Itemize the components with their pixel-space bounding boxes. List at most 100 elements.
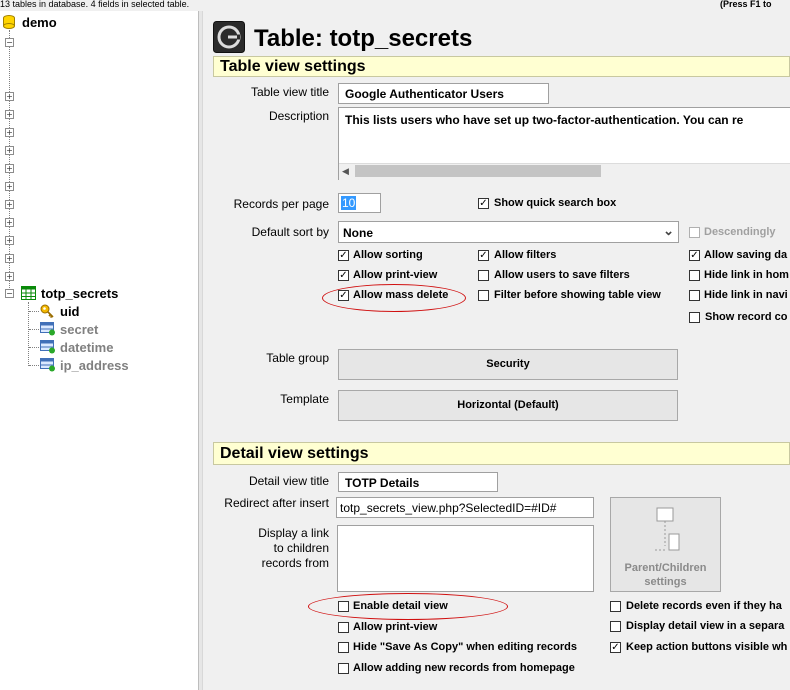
expand-icon[interactable]: +: [5, 272, 14, 281]
records-per-page-input[interactable]: 10: [338, 193, 381, 213]
table-view-title-input[interactable]: Google Authenticator Users: [338, 83, 549, 104]
field-icon: [40, 358, 56, 372]
database-name[interactable]: demo: [22, 15, 57, 30]
expand-icon[interactable]: +: [5, 182, 14, 191]
tree-line: [29, 365, 39, 366]
allow-save-filters-label: Allow users to save filters: [494, 269, 630, 281]
hide-save-as-copy-checkbox[interactable]: [338, 642, 349, 653]
show-record-count-checkbox[interactable]: [689, 312, 700, 323]
default-sort-label: Default sort by: [251, 225, 329, 239]
expand-icon[interactable]: +: [5, 92, 14, 101]
template-button[interactable]: Horizontal (Default): [338, 390, 678, 421]
tree-field-secret[interactable]: secret: [60, 322, 98, 337]
parent-children-label-1: Parent/Children: [624, 562, 707, 574]
records-per-page-value: 10: [341, 196, 357, 210]
collapse-icon[interactable]: −: [5, 289, 14, 298]
children-label-line3: records from: [261, 556, 329, 570]
expand-icon[interactable]: +: [5, 110, 14, 119]
redirect-after-insert-label: Redirect after insert: [224, 496, 329, 510]
filter-before-checkbox[interactable]: [478, 290, 489, 301]
table-view-section-header: Table view settings: [213, 56, 790, 77]
expand-icon[interactable]: +: [5, 164, 14, 173]
status-text: 13 tables in database. 4 fields in selec…: [0, 0, 190, 9]
expand-icon[interactable]: +: [5, 128, 14, 137]
children-label-line1: Display a link: [258, 526, 329, 540]
allow-filters-checkbox[interactable]: ✓: [478, 250, 489, 261]
tree-field-datetime[interactable]: datetime: [60, 340, 113, 355]
allow-saving-label: Allow saving da: [704, 249, 788, 261]
table-grid-icon: [21, 286, 36, 300]
collapse-icon[interactable]: −: [5, 38, 14, 47]
show-quick-search-checkbox[interactable]: ✓: [478, 198, 489, 209]
chevron-down-icon: ⌄: [663, 223, 674, 238]
show-record-count-label: Show record co: [705, 311, 788, 323]
hide-link-home-checkbox[interactable]: [689, 270, 700, 281]
default-sort-select[interactable]: None ⌄: [338, 221, 679, 243]
database-icon: [3, 15, 15, 29]
children-label-line2: to children: [273, 541, 329, 555]
primary-key-icon: [40, 304, 55, 319]
parent-children-label-2: settings: [644, 576, 687, 588]
delete-records-even-label: Delete records even if they ha: [626, 600, 782, 612]
allow-print-view-label: Allow print-view: [353, 269, 438, 281]
field-icon: [40, 340, 56, 354]
description-text: This lists users who have set up two-fac…: [345, 113, 744, 127]
allow-adding-home-label: Allow adding new records from homepage: [353, 662, 575, 674]
children-tables-list[interactable]: [337, 525, 594, 592]
keep-action-buttons-checkbox[interactable]: ✓: [610, 642, 621, 653]
expand-icon[interactable]: +: [5, 218, 14, 227]
show-quick-search-label: Show quick search box: [494, 197, 617, 209]
tree-line: [29, 311, 39, 312]
table-view-title-label: Table view title: [250, 85, 329, 99]
default-sort-value: None: [343, 226, 373, 240]
expand-icon[interactable]: +: [5, 146, 14, 155]
parent-children-icon: [655, 506, 681, 554]
detail-allow-print-view-checkbox[interactable]: [338, 622, 349, 633]
field-icon: [40, 322, 56, 336]
selected-table-name[interactable]: totp_secrets: [41, 286, 118, 301]
delete-records-even-checkbox[interactable]: [610, 601, 621, 612]
redirect-after-insert-input[interactable]: totp_secrets_view.php?SelectedID=#ID#: [336, 497, 594, 518]
expand-icon[interactable]: +: [5, 236, 14, 245]
filter-before-label: Filter before showing table view: [494, 289, 661, 301]
allow-print-view-checkbox[interactable]: ✓: [338, 270, 349, 281]
parent-children-settings-button[interactable]: Parent/Children settings: [610, 497, 721, 592]
hide-link-nav-label: Hide link in navi: [704, 289, 788, 301]
tree-line: [29, 347, 39, 348]
detail-view-title-label: Detail view title: [248, 474, 329, 488]
highlight-oval: [308, 593, 508, 620]
table-group-label: Table group: [266, 351, 329, 365]
descendingly-label: Descendingly: [704, 226, 776, 238]
allow-sorting-checkbox[interactable]: ✓: [338, 250, 349, 261]
hide-link-nav-checkbox[interactable]: [689, 290, 700, 301]
allow-save-filters-checkbox[interactable]: [478, 270, 489, 281]
detail-view-title-input[interactable]: TOTP Details: [338, 472, 498, 492]
description-label: Description: [268, 109, 329, 123]
allow-sorting-label: Allow sorting: [353, 249, 423, 261]
allow-adding-home-checkbox[interactable]: [338, 663, 349, 674]
highlight-oval: [322, 284, 466, 312]
tree-line: [29, 329, 39, 330]
tree-field-uid[interactable]: uid: [60, 304, 80, 319]
expand-icon[interactable]: +: [5, 254, 14, 263]
records-per-page-label: Records per page: [233, 197, 329, 211]
display-separate-checkbox[interactable]: [610, 621, 621, 632]
detail-view-section-header: Detail view settings: [213, 442, 790, 465]
descendingly-checkbox[interactable]: [689, 227, 700, 238]
display-separate-label: Display detail view in a separa: [626, 620, 785, 632]
detail-allow-print-view-label: Allow print-view: [353, 621, 438, 633]
hide-link-home-label: Hide link in hom: [704, 269, 789, 281]
expand-icon[interactable]: +: [5, 200, 14, 209]
allow-filters-label: Allow filters: [494, 249, 557, 261]
tree-field-ip-address[interactable]: ip_address: [60, 358, 129, 373]
hide-save-as-copy-label: Hide "Save As Copy" when editing records: [353, 641, 577, 653]
allow-saving-checkbox[interactable]: ✓: [689, 250, 700, 261]
template-label: Template: [280, 392, 329, 406]
table-group-button[interactable]: Security: [338, 349, 678, 380]
description-scroll-thumb[interactable]: [355, 165, 601, 177]
keep-action-buttons-label: Keep action buttons visible wh: [626, 641, 788, 653]
status-bar: 13 tables in database. 4 fields in selec…: [0, 0, 790, 11]
scroll-left-arrow-icon[interactable]: ◀: [342, 166, 349, 177]
page-title: Table: totp_secrets: [254, 25, 473, 52]
status-help-hint: (Press F1 to: [720, 0, 772, 9]
